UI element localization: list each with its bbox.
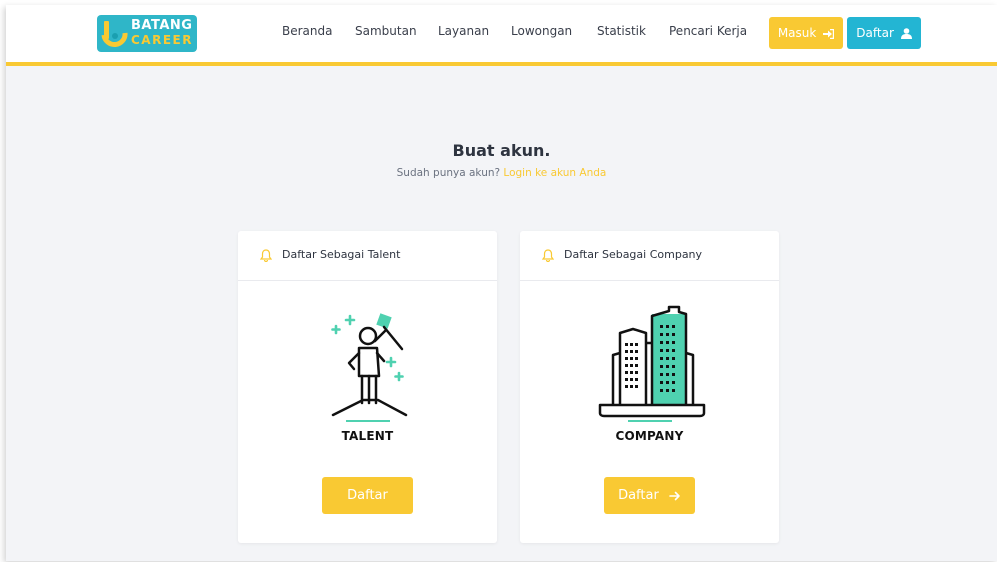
talent-card-header: Daftar Sebagai Talent — [238, 231, 497, 281]
page-subtitle: Sudah punya akun? Login ke akun Anda — [6, 167, 997, 179]
company-illustration — [598, 305, 706, 422]
bell-icon — [260, 249, 272, 262]
login-link[interactable]: Login ke akun Anda — [503, 167, 606, 179]
daftar-nav-button[interactable]: Daftar — [847, 17, 921, 49]
company-card-heading: Daftar Sebagai Company — [564, 248, 703, 261]
nav-link-sambutan[interactable]: Sambutan — [355, 24, 417, 38]
subtitle-text: Sudah punya akun? — [396, 167, 501, 179]
page-frame: BATANG CAREER Beranda Sambutan Layanan L… — [6, 5, 997, 561]
logo-line-1: BATANG — [131, 18, 193, 33]
sign-in-icon — [823, 28, 835, 39]
talent-card-heading: Daftar Sebagai Talent — [282, 248, 401, 261]
talent-daftar-button[interactable]: Daftar — [322, 477, 413, 514]
nav-link-beranda[interactable]: Beranda — [282, 24, 332, 38]
nav-link-pencari-kerja[interactable]: Pencari Kerja — [669, 24, 747, 38]
batang-career-logo[interactable]: BATANG CAREER — [97, 15, 197, 52]
company-label: COMPANY — [615, 429, 684, 443]
company-daftar-button-label: Daftar — [618, 488, 659, 503]
bell-icon — [542, 249, 554, 262]
company-daftar-button[interactable]: Daftar — [604, 477, 695, 514]
nav-link-lowongan[interactable]: Lowongan — [511, 24, 572, 38]
nav-link-layanan[interactable]: Layanan — [438, 24, 489, 38]
page-title: Buat akun. — [452, 141, 551, 160]
arrow-right-icon — [669, 491, 680, 500]
logo-line-2: CAREER — [131, 33, 193, 47]
logo-text: BATANG CAREER — [131, 18, 193, 48]
talent-daftar-button-label: Daftar — [347, 488, 388, 503]
logo-mark-icon — [101, 21, 128, 48]
daftar-nav-button-label: Daftar — [856, 26, 894, 40]
nav-link-statistik[interactable]: Statistik — [597, 24, 646, 38]
user-icon — [900, 28, 912, 39]
company-card: Daftar Sebagai Company COMPANY Daftar — [520, 231, 779, 543]
company-card-header: Daftar Sebagai Company — [520, 231, 779, 281]
talent-illustration — [331, 313, 408, 422]
masuk-button-label: Masuk — [777, 26, 817, 40]
talent-label: TALENT — [341, 429, 394, 443]
talent-card: Daftar Sebagai Talent TALENT Daftar — [238, 231, 497, 543]
masuk-button[interactable]: Masuk — [769, 17, 843, 49]
top-navbar: BATANG CAREER Beranda Sambutan Layanan L… — [6, 5, 997, 66]
